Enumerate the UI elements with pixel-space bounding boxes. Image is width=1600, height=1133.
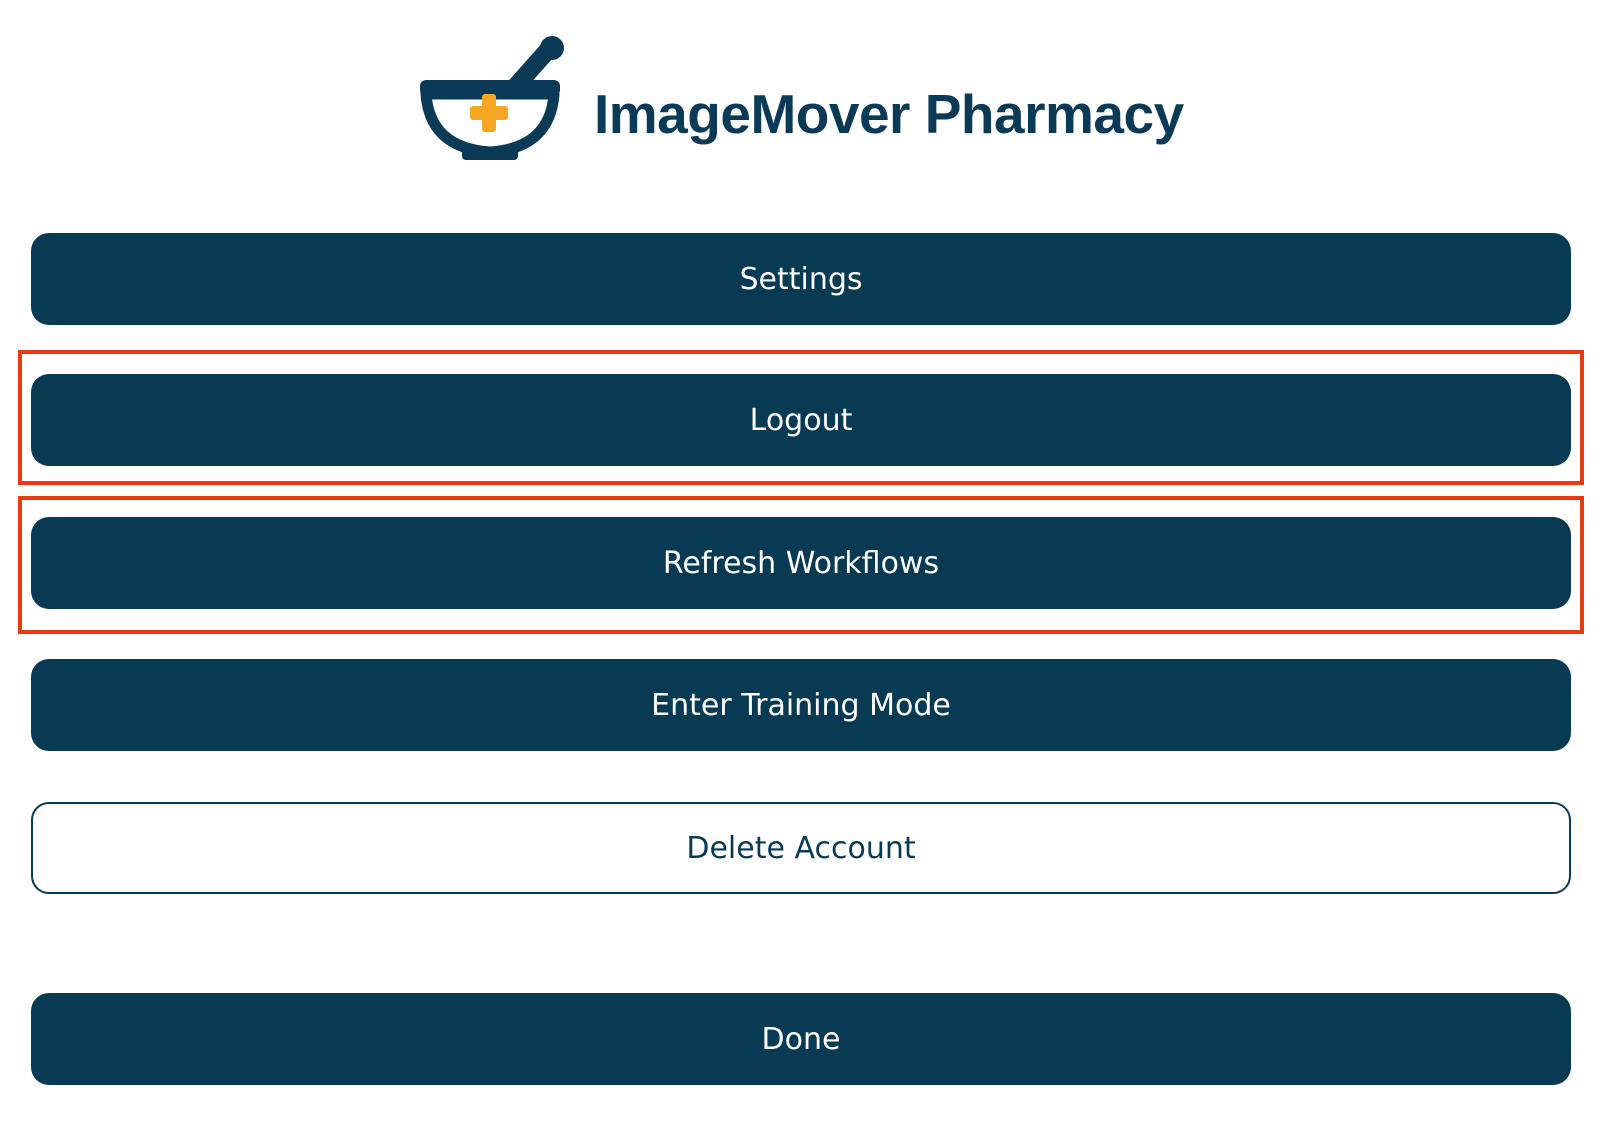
done-button-label: Done (761, 1021, 841, 1057)
delete-account-button[interactable]: Delete Account (31, 802, 1571, 894)
enter-training-mode-button-label: Enter Training Mode (651, 687, 951, 723)
done-button[interactable]: Done (31, 993, 1571, 1085)
delete-account-button-label: Delete Account (686, 830, 916, 866)
app-title: ImageMover Pharmacy (594, 83, 1184, 145)
mortar-pestle-logo-icon (420, 36, 564, 160)
refresh-workflows-button[interactable]: Refresh Workflows (31, 517, 1571, 609)
enter-training-mode-button[interactable]: Enter Training Mode (31, 659, 1571, 751)
app-header: ImageMover Pharmacy (0, 36, 1600, 166)
logout-button[interactable]: Logout (31, 374, 1571, 466)
settings-button[interactable]: Settings (31, 233, 1571, 325)
settings-button-label: Settings (739, 261, 863, 297)
logout-button-label: Logout (749, 402, 853, 438)
refresh-workflows-button-label: Refresh Workflows (662, 545, 940, 581)
